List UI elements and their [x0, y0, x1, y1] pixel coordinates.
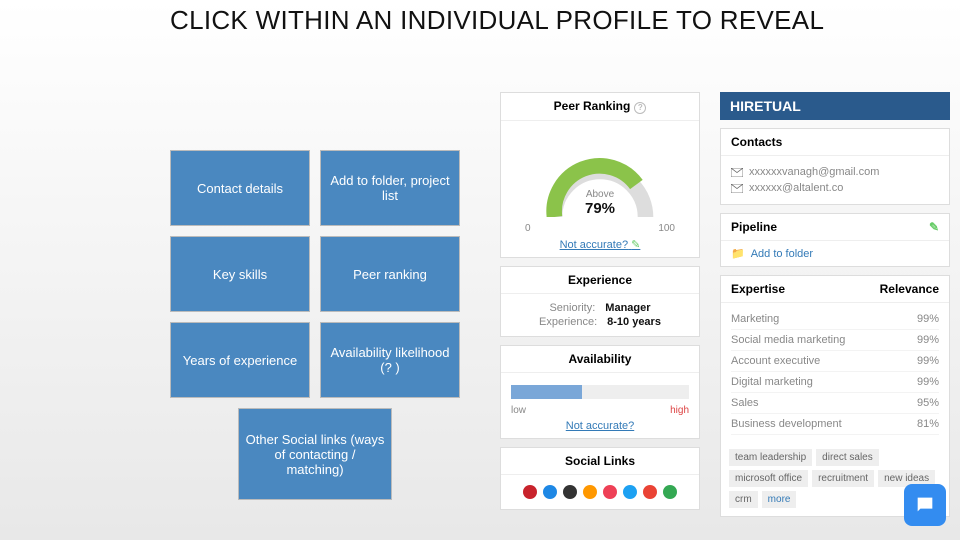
- tile-availability: Availability likelihood (? ): [320, 322, 460, 398]
- note-icon: ✎: [631, 239, 640, 251]
- tile-social-links: Other Social links (ways of contacting /…: [238, 408, 392, 500]
- experience-years-value: 8-10 years: [607, 316, 661, 328]
- availability-header: Availability: [501, 346, 699, 373]
- profile-column-right: HIRETUAL Contacts xxxxxxvanagh@gmail.com…: [720, 92, 950, 517]
- availability-card: Availability lowhigh Not accurate?: [500, 345, 700, 439]
- skill-tag[interactable]: team leadership: [729, 449, 812, 466]
- pipeline-card: Pipeline✎ 📁Add to folder: [720, 213, 950, 267]
- expertise-row: Account executive99%: [731, 351, 939, 372]
- add-to-folder-link[interactable]: 📁Add to folder: [731, 247, 939, 260]
- skill-tag[interactable]: crm: [729, 491, 758, 508]
- expertise-row: Social media marketing99%: [731, 330, 939, 351]
- tumblr-icon[interactable]: [603, 485, 617, 499]
- feature-tiles: Contact details Add to folder, project l…: [170, 150, 460, 500]
- social-links-card: Social Links: [500, 447, 700, 510]
- contact-email[interactable]: xxxxxxvanagh@gmail.com: [731, 166, 939, 178]
- skill-tag[interactable]: microsoft office: [729, 470, 808, 487]
- note-icon: ✎: [929, 220, 939, 234]
- experience-header: Experience: [501, 267, 699, 294]
- social-links-header: Social Links: [501, 448, 699, 475]
- skill-tag[interactable]: direct sales: [816, 449, 879, 466]
- contact-email[interactable]: xxxxxx@altalent.co: [731, 182, 939, 194]
- social-icons-row: [501, 475, 699, 509]
- not-accurate-link[interactable]: Not accurate?: [560, 239, 628, 251]
- not-accurate-link-2[interactable]: Not accurate?: [566, 420, 634, 432]
- google-icon[interactable]: [663, 485, 677, 499]
- stumbleupon-icon[interactable]: [543, 485, 557, 499]
- contacts-card: Contacts xxxxxxvanagh@gmail.com xxxxxx@al…: [720, 128, 950, 205]
- contacts-header: Contacts: [721, 129, 949, 156]
- seniority-value: Manager: [605, 302, 650, 314]
- mail-icon: [731, 184, 743, 193]
- tile-contact-details: Contact details: [170, 150, 310, 226]
- pipeline-header: Pipeline✎: [721, 214, 949, 241]
- expertise-rows: Marketing99%Social media marketing99%Acc…: [721, 303, 949, 441]
- tile-add-to-folder: Add to folder, project list: [320, 150, 460, 226]
- peer-ranking-card: Peer Ranking? Above79% 0100 Not accurate…: [500, 92, 700, 258]
- tile-years-of-experience: Years of experience: [170, 322, 310, 398]
- chat-icon: [914, 494, 936, 516]
- github-icon[interactable]: [563, 485, 577, 499]
- twitter-icon[interactable]: [623, 485, 637, 499]
- chat-fab[interactable]: [904, 484, 946, 526]
- expertise-header: ExpertiseRelevance: [721, 276, 949, 303]
- contacts-body: xxxxxxvanagh@gmail.com xxxxxx@altalent.co: [721, 156, 949, 204]
- experience-card: Experience Seniority:Manager Experience:…: [500, 266, 700, 337]
- expertise-row: Marketing99%: [731, 309, 939, 330]
- tile-peer-ranking: Peer ranking: [320, 236, 460, 312]
- gauge-value: Above79%: [511, 189, 689, 217]
- expertise-row: Sales95%: [731, 393, 939, 414]
- expertise-row: Business development81%: [731, 414, 939, 435]
- expertise-row: Digital marketing99%: [731, 372, 939, 393]
- mail-icon: [731, 168, 743, 177]
- page-title: CLICK WITHIN AN INDIVIDUAL PROFILE TO RE…: [170, 6, 824, 36]
- expertise-card: ExpertiseRelevance Marketing99%Social me…: [720, 275, 950, 517]
- folder-icon: 📁: [731, 247, 745, 260]
- profile-column-middle: Peer Ranking? Above79% 0100 Not accurate…: [500, 92, 700, 510]
- aboutme-icon[interactable]: [583, 485, 597, 499]
- behance-icon[interactable]: [643, 485, 657, 499]
- tile-key-skills: Key skills: [170, 236, 310, 312]
- peer-ranking-header: Peer Ranking?: [501, 93, 699, 121]
- tags-more[interactable]: more: [762, 491, 797, 508]
- brand-bar: HIRETUAL: [720, 92, 950, 120]
- pinterest-icon[interactable]: [523, 485, 537, 499]
- help-icon[interactable]: ?: [634, 102, 646, 114]
- skill-tag[interactable]: recruitment: [812, 470, 874, 487]
- availability-bar: [511, 385, 689, 399]
